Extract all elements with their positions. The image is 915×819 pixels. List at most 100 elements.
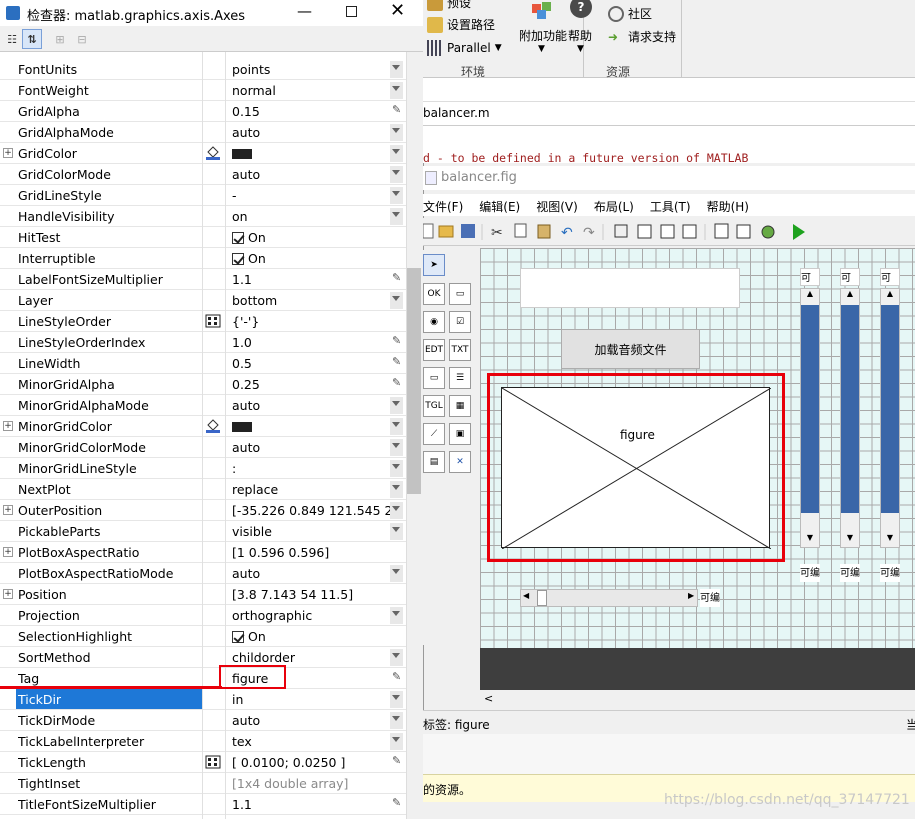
property-row[interactable]: MinorGridLineStyle:	[0, 458, 406, 479]
property-value[interactable]: 0.5	[232, 356, 392, 371]
menu-edit[interactable]: 编辑(E)	[479, 198, 520, 216]
vertical-slider-2[interactable]: ▲ ▼	[840, 288, 860, 548]
chevron-down-icon[interactable]	[392, 422, 400, 427]
matrix-icon[interactable]	[202, 753, 224, 771]
chevron-down-icon[interactable]	[392, 296, 400, 301]
property-value[interactable]: bottom	[232, 293, 392, 308]
address-bar[interactable]	[423, 78, 915, 102]
property-value[interactable]: auto	[232, 566, 392, 581]
property-row[interactable]: Projection orthographic	[0, 605, 406, 626]
expand-all-icon[interactable]: ⊞	[50, 29, 70, 49]
property-value[interactable]: 0.25	[232, 377, 392, 392]
property-value[interactable]	[232, 419, 392, 432]
layout-canvas[interactable]: 加载音频文件 figure 可编 可编 可编 ▲ ▼ ▲ ▼ ▲ ▼ 可编 可编…	[480, 248, 915, 648]
property-row[interactable]: LineWidth 0.5 ✎	[0, 353, 406, 374]
open-folder-icon[interactable]	[438, 225, 454, 238]
property-value[interactable]: visible	[232, 524, 392, 539]
menu-layout[interactable]: 布局(L)	[594, 198, 634, 216]
chevron-down-icon[interactable]	[392, 128, 400, 133]
property-row[interactable]: MinorGridAlphaMode auto	[0, 395, 406, 416]
property-row[interactable]: TickLength [ 0.0100; 0.0250 ] ✎	[0, 752, 406, 773]
align-icon[interactable]	[614, 224, 628, 238]
chevron-down-icon[interactable]	[392, 212, 400, 217]
toggle-tool-icon[interactable]: TGL	[423, 395, 445, 417]
property-row[interactable]: FontUnits points	[0, 59, 406, 80]
chevron-down-icon[interactable]	[392, 527, 400, 532]
chevron-down-icon[interactable]	[392, 443, 400, 448]
scrollbar-thumb[interactable]	[407, 268, 421, 494]
vertical-slider-3[interactable]: ▲ ▼	[880, 288, 900, 548]
property-value[interactable]: [3.8 7.143 54 11.5]	[232, 587, 392, 602]
sort-az-icon[interactable]: ⇅	[22, 29, 42, 49]
property-value[interactable]: 0.15	[232, 104, 392, 119]
property-value[interactable]: 1.1	[232, 797, 392, 812]
property-row[interactable]: HitTest On	[0, 227, 406, 248]
property-value[interactable]: [1 0.596 0.596]	[232, 545, 392, 560]
property-row[interactable]: LabelFontSizeMultiplier 1.1 ✎	[0, 269, 406, 290]
cut-icon[interactable]: ✂	[491, 225, 503, 241]
property-row[interactable]: + MinorGridColor	[0, 416, 406, 437]
property-value[interactable]: auto	[232, 440, 392, 455]
property-row[interactable]: LineStyleOrder {'-'}	[0, 311, 406, 332]
canvas-hscroll[interactable]: <	[480, 690, 915, 710]
property-row[interactable]: GridColorMode auto	[0, 164, 406, 185]
property-value[interactable]: On	[232, 251, 392, 266]
property-value[interactable]: in	[232, 692, 392, 707]
load-audio-button[interactable]: 加载音频文件	[561, 329, 700, 369]
property-value[interactable]: :	[232, 461, 392, 476]
chevron-down-icon[interactable]	[392, 653, 400, 658]
property-row[interactable]: + Position [3.8 7.143 54 11.5]	[0, 584, 406, 605]
select-arrow-icon[interactable]: ➤	[423, 254, 445, 276]
edit-pencil-icon[interactable]: ✎	[392, 376, 401, 389]
parallel-button[interactable]: Parallel ▼	[427, 40, 502, 56]
property-row[interactable]: TitleFontSizeMultiplier 1.1 ✎	[0, 794, 406, 815]
edit-text-box[interactable]	[520, 268, 740, 308]
save-icon[interactable]	[461, 224, 475, 238]
expand-icon[interactable]: +	[3, 421, 13, 431]
property-row[interactable]: TickDirMode auto	[0, 710, 406, 731]
chevron-down-icon[interactable]	[392, 737, 400, 742]
property-row[interactable]: Layer bottom	[0, 290, 406, 311]
property-value[interactable]: points	[232, 62, 392, 77]
run-icon[interactable]	[793, 224, 805, 240]
editor-icon[interactable]	[714, 223, 729, 239]
property-row[interactable]: PickableParts visible	[0, 521, 406, 542]
property-value[interactable]: [-35.226 0.849 121.545 22.0...	[232, 503, 392, 518]
property-value[interactable]: tex	[232, 734, 392, 749]
axes-placeholder[interactable]: figure	[501, 387, 771, 549]
menu-file[interactable]: 文件(F)	[423, 198, 463, 216]
chevron-down-icon[interactable]	[392, 485, 400, 490]
copy-icon[interactable]	[514, 223, 527, 238]
chevron-down-icon[interactable]	[392, 401, 400, 406]
paint-bucket-icon[interactable]	[202, 417, 224, 435]
support-button[interactable]: ➜ 请求支持	[608, 28, 676, 45]
chevron-down-icon[interactable]	[392, 149, 400, 154]
menu-editor-icon[interactable]	[637, 224, 652, 239]
undo-icon[interactable]: ↶	[561, 225, 573, 241]
checkbox-icon[interactable]	[232, 631, 244, 643]
toolbar-editor-icon[interactable]	[682, 224, 697, 239]
property-row[interactable]: PlotBoxAspectRatioMode auto	[0, 563, 406, 584]
menu-tools[interactable]: 工具(T)	[650, 198, 691, 216]
property-row[interactable]: GridAlpha 0.15 ✎	[0, 101, 406, 122]
property-row[interactable]: FontWeight normal	[0, 80, 406, 101]
property-value[interactable]: replace	[232, 482, 392, 497]
property-value[interactable]: on	[232, 209, 392, 224]
menu-help[interactable]: 帮助(H)	[707, 198, 749, 216]
close-icon[interactable]: ✕	[390, 0, 405, 21]
expand-icon[interactable]: +	[3, 547, 13, 557]
new-file-icon[interactable]	[423, 223, 434, 239]
property-row[interactable]: + GridColor	[0, 143, 406, 164]
property-value[interactable]: [1x4 double array]	[232, 776, 392, 791]
property-row[interactable]: SortMethod childorder	[0, 647, 406, 668]
property-row[interactable]: Interruptible On	[0, 248, 406, 269]
checkbox-tool-icon[interactable]: ☑	[449, 311, 471, 333]
horizontal-slider[interactable]: ◀ ▶	[520, 589, 698, 607]
community-button[interactable]: 社区	[608, 5, 652, 22]
property-row[interactable]: MinorGridAlpha 0.25 ✎	[0, 374, 406, 395]
chevron-down-icon[interactable]	[392, 506, 400, 511]
property-value[interactable]: 1.0	[232, 335, 392, 350]
editor-file-tab[interactable]: balancer.m	[423, 102, 915, 126]
tab-order-icon[interactable]	[660, 224, 675, 239]
color-swatch[interactable]	[232, 422, 252, 432]
